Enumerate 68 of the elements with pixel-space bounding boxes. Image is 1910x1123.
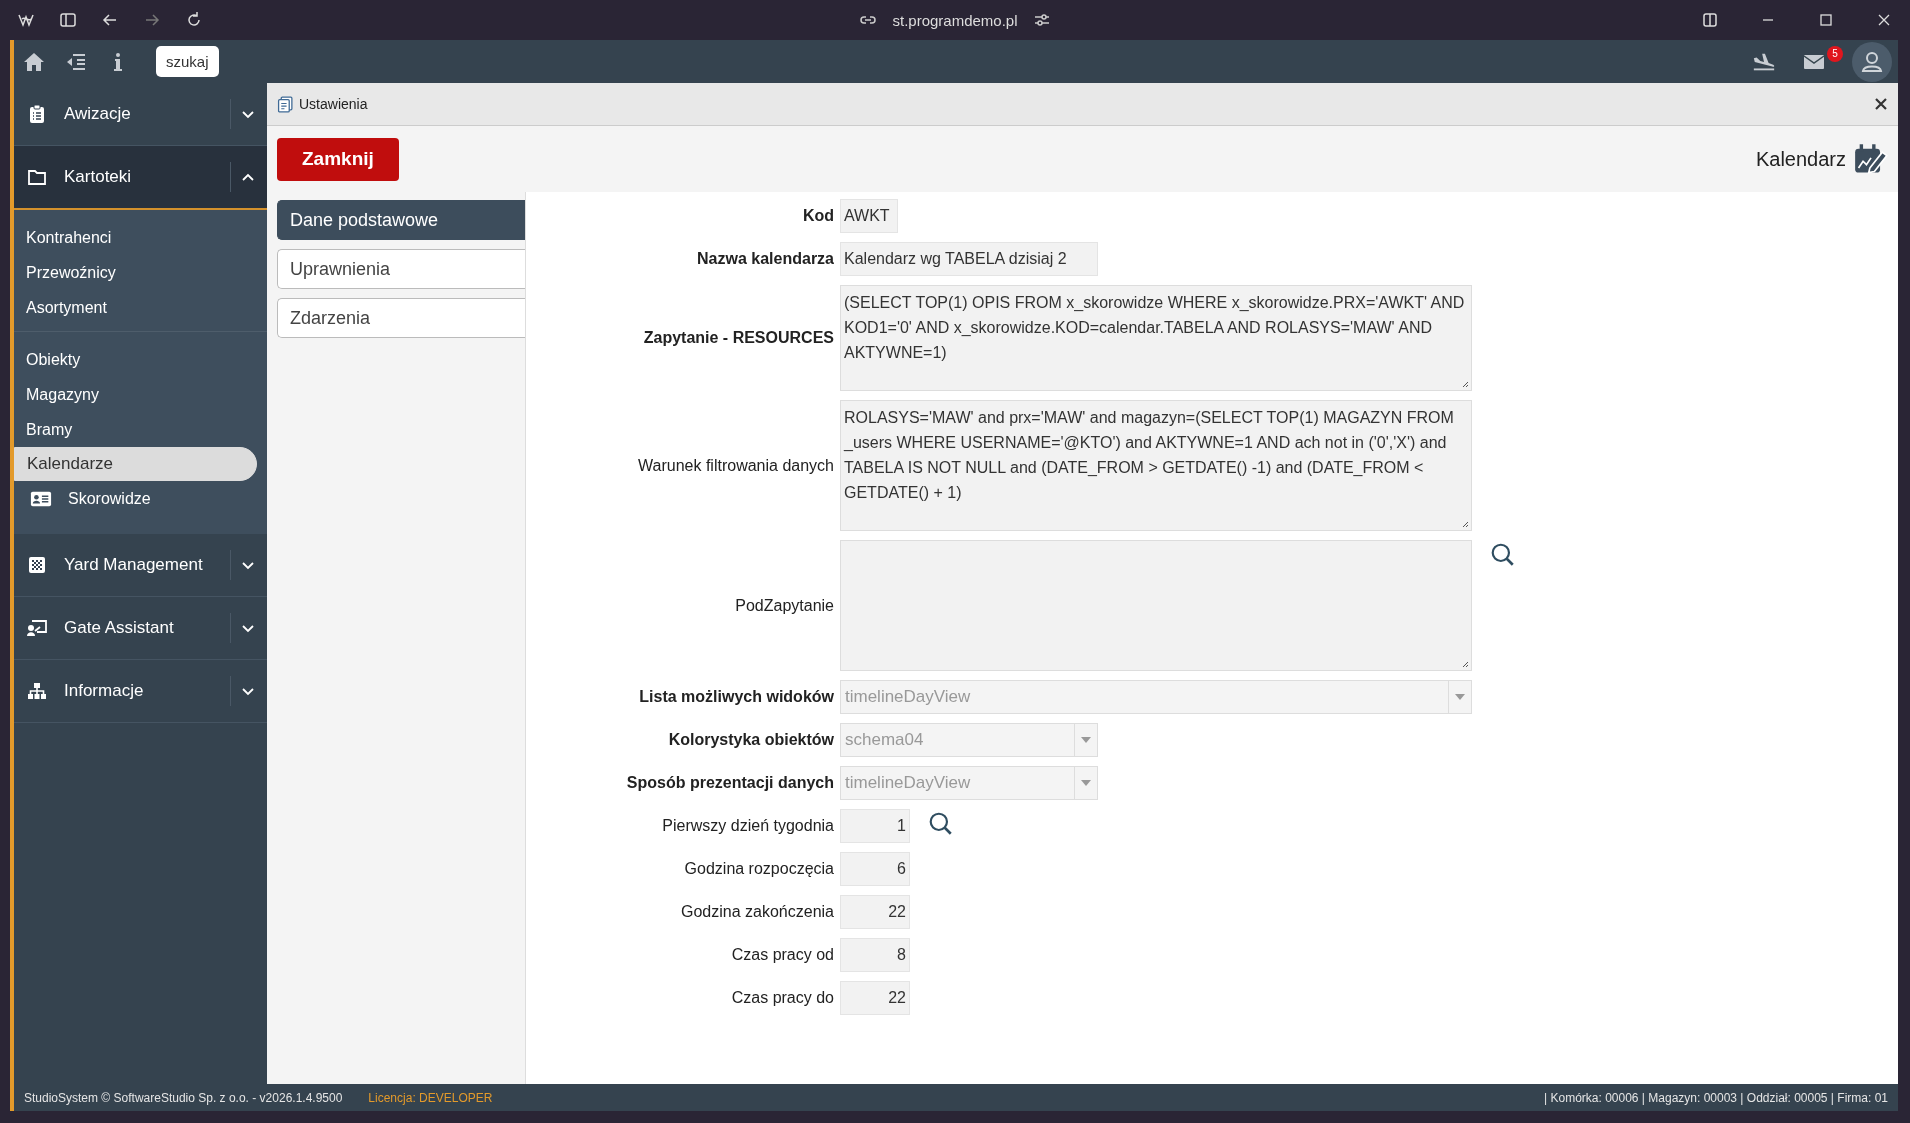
resize-grip-icon[interactable] <box>1461 520 1469 528</box>
text-field[interactable]: Kalendarz wg TABELA dzisiaj 2 <box>840 242 1098 276</box>
field-label: Sposób prezentacji danych <box>625 774 835 792</box>
search-icon[interactable] <box>928 811 954 837</box>
sidebar-group-label: Kartoteki <box>64 167 133 187</box>
search-button[interactable]: szukaj <box>156 46 219 77</box>
sidebar-item[interactable]: Obiekty <box>14 342 257 377</box>
sidebar-item[interactable]: Kalendarze <box>14 447 257 481</box>
sitemap-icon <box>26 681 48 701</box>
calendar-edit-icon <box>1854 143 1888 175</box>
resize-grip-icon[interactable] <box>1461 660 1469 668</box>
presenter-icon <box>26 618 48 638</box>
sidebar-group-label: Awizacje <box>64 104 132 124</box>
resize-grip-icon[interactable] <box>1461 380 1469 388</box>
field-label: Lista możliwych widoków <box>638 688 835 706</box>
field-label: Godzina zakończenia <box>680 903 835 921</box>
number-field[interactable]: 22 <box>840 895 910 929</box>
field-label: Warunek filtrowania danych <box>637 456 835 475</box>
number-field[interactable]: 22 <box>840 981 910 1015</box>
tab[interactable]: Uprawnienia <box>277 249 525 289</box>
sidebar-group-label: Yard Management <box>64 555 204 575</box>
field-label: PodZapytanie <box>734 596 835 615</box>
field-label: Kod <box>801 207 835 225</box>
user-avatar-icon[interactable] <box>1852 41 1892 82</box>
sidebar-item-label: Skorowidze <box>68 489 151 508</box>
close-button[interactable]: Zamknij <box>277 137 399 181</box>
close-icon[interactable] <box>1874 97 1888 111</box>
tab[interactable]: Dane podstawowe <box>277 200 525 240</box>
text-area[interactable]: (SELECT TOP(1) OPIS FROM x_skorowidze WHERE x_skorowidze.PRX='AWKT' AND KOD1='0' AND x_skorowidze.KOD=calendar.TABELA AND ROLASYS='MAW' AND AKTYWNE=1) <box>840 285 1472 391</box>
field-label: Kolorystyka obiektów <box>667 731 835 749</box>
url-text[interactable]: st.programdemo.pl <box>892 11 1018 29</box>
sidebar-group-label: Gate Assistant <box>64 618 175 638</box>
sidebar-toggle-icon[interactable] <box>58 10 78 30</box>
sidebar-group-label: Informacje <box>64 681 145 701</box>
text-area[interactable]: ROLASYS='MAW' and prx='MAW' and magazyn=(SELECT TOP(1) MAGAZYN FROM _users WHERE USERNAME='@KTO') and AKTYWNE=1 AND ach not in ('0','X') and TABELA IS NOT NULL and (DATE_FROM > GETDATE() -1) and (DATE_FROM < GETDATE() + 1) <box>840 400 1472 531</box>
sidebar-group[interactable]: Kartoteki <box>14 146 267 210</box>
sidebar-item[interactable]: Asortyment <box>14 290 257 325</box>
document-copy-icon <box>277 95 294 113</box>
tab[interactable]: Zdarzenia <box>277 298 525 338</box>
field-label: Godzina rozpoczęcia <box>683 860 835 878</box>
sidebar-item[interactable]: Przewoźnicy <box>14 255 257 290</box>
sidebar-item[interactable]: Bramy <box>14 412 257 447</box>
text-field[interactable]: AWKT <box>840 199 898 233</box>
field-label: Zapytanie - RESOURCES <box>642 329 835 347</box>
folder-icon <box>26 167 48 187</box>
sidebar-item[interactable]: Kontrahenci <box>14 220 257 255</box>
sidebar-item[interactable]: Magazyny <box>14 377 257 412</box>
dropdown-arrow-icon <box>1081 737 1091 743</box>
field-label: Czas pracy od <box>730 946 835 964</box>
search-icon[interactable] <box>1490 542 1516 568</box>
sidebar-group[interactable]: Yard Management <box>14 534 267 597</box>
field-label: Nazwa kalendarza <box>696 250 835 268</box>
panel-title: Ustawienia <box>299 96 369 112</box>
unread-count-badge: 5 <box>1827 45 1843 62</box>
split-view-icon[interactable] <box>1700 10 1720 30</box>
sidebar-item[interactable]: Skorowidze <box>14 481 257 516</box>
field-label: Czas pracy do <box>730 989 835 1007</box>
copyright-text: StudioSystem © SoftwareStudio Sp. z o.o. - v2026.1.4.9500 <box>24 1090 343 1105</box>
dropdown-arrow-icon <box>1081 780 1091 786</box>
checkered-flag-icon <box>26 555 48 575</box>
dropdown-arrow-icon <box>1455 694 1465 700</box>
number-field[interactable]: 8 <box>840 938 910 972</box>
number-field[interactable]: 6 <box>840 852 910 886</box>
context-info-text: | Komórka: 00006 | Magazyn: 00003 | Oddział: 00005 | Firma: 01 <box>1544 1090 1888 1105</box>
license-text: Licencja: DEVELOPER <box>368 1090 493 1105</box>
number-field[interactable]: 1 <box>840 809 910 843</box>
record-type-title: Kalendarz <box>1755 147 1846 171</box>
field-label: Pierwszy dzień tygodnia <box>661 817 835 835</box>
